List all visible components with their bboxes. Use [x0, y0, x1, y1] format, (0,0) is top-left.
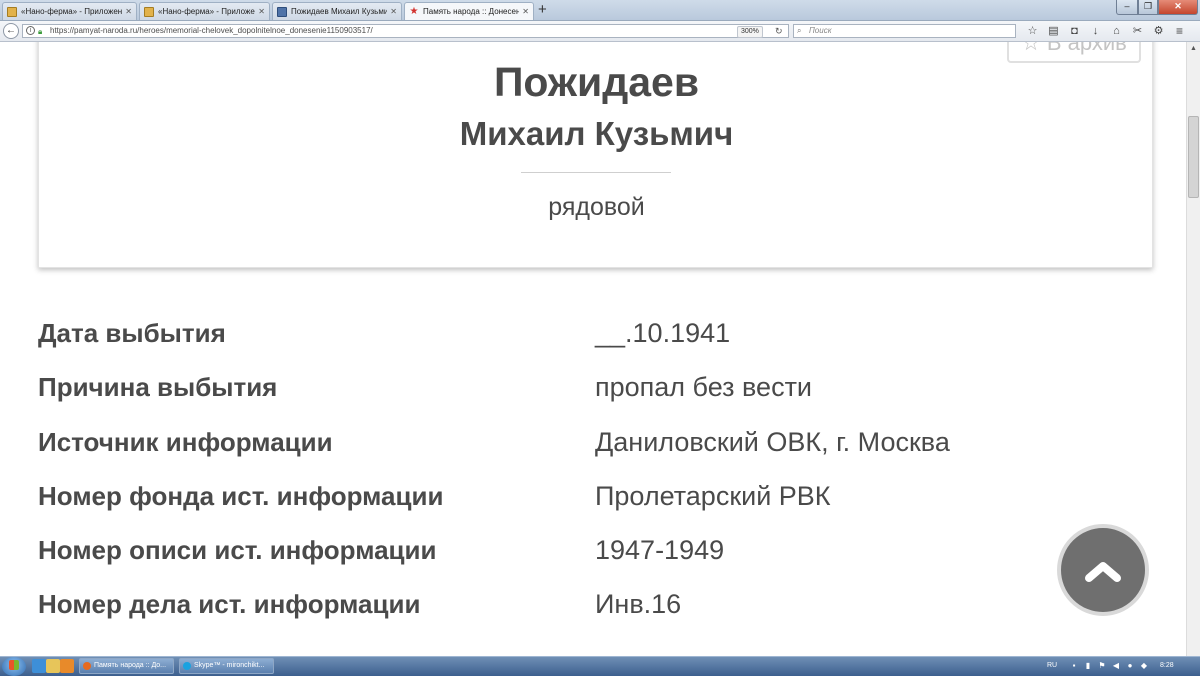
media-player-icon[interactable] — [60, 659, 74, 673]
details-label: Дата выбытия — [38, 318, 226, 348]
search-input[interactable]: ⌕ Поиск — [793, 24, 1016, 38]
update-icon[interactable]: ● — [1124, 661, 1136, 670]
details-row: Источник информации Даниловский ОВК, г. … — [38, 427, 1038, 481]
close-icon[interactable]: ✕ — [522, 7, 529, 16]
taskbar-item-skype[interactable]: Skype™ - mironchikt... — [179, 658, 274, 674]
details-value: пропал без вести — [595, 372, 813, 403]
network-icon[interactable]: ▪ — [1068, 661, 1080, 670]
window-close-icon[interactable]: ✕ — [1158, 0, 1198, 15]
tab-title: Память народа :: Донесение — [423, 7, 520, 16]
details-value: Пролетарский РВК — [595, 480, 831, 511]
tab-strip: «Нано-ферма» - Приложение ✕ «Нано-ферма»… — [0, 0, 1200, 21]
navigation-bar: ← i 🔒︎ https://pamyat-naroda.ru/heroes/m… — [0, 21, 1200, 42]
details-value: __.10.1941 — [595, 318, 731, 348]
browser-tab[interactable]: «Нано-ферма» - Приложение ✕ — [2, 2, 137, 20]
windows-taskbar: Память народа :: До... Skype™ - mironchi… — [0, 656, 1200, 676]
details-value: Инв.16 — [595, 589, 682, 620]
chevron-up-icon — [1085, 562, 1121, 582]
screenshot-icon[interactable]: ✂ — [1127, 24, 1148, 38]
person-surname: Пожидаев — [493, 59, 700, 105]
window-controls: – ❐ ✕ — [1116, 0, 1198, 15]
tab-title: «Нано-ферма» - Приложение — [158, 7, 255, 16]
site-favicon-icon — [144, 6, 154, 17]
details-label: Причина выбытия — [38, 372, 278, 403]
details-list: Дата выбытия __.10.1941 Причина выбытия … — [38, 318, 1038, 644]
divider — [521, 172, 671, 173]
windows-logo-icon — [9, 660, 19, 670]
address-bar[interactable]: i 🔒︎ https://pamyat-naroda.ru/heroes/mem… — [22, 24, 789, 38]
person-rank: рядовой — [548, 193, 645, 221]
skype-icon — [183, 662, 191, 670]
tab-title: «Нано-ферма» - Приложение — [21, 7, 123, 16]
toolbar-icons: ☆ ▤ ◘ ↓ ⌂ ✂ ⚙ ≡ — [1022, 24, 1190, 38]
clock[interactable]: 8:28 — [1160, 657, 1174, 674]
archive-button-label: В архив — [1046, 42, 1127, 55]
details-value: Даниловский ОВК, г. Москва — [595, 426, 950, 457]
menu-icon[interactable]: ≡ — [1169, 24, 1190, 38]
extension-icon[interactable]: ⚙ — [1148, 24, 1169, 38]
maximize-icon[interactable]: ❐ — [1138, 0, 1158, 15]
details-value: 1947-1949 — [595, 535, 725, 566]
back-arrow-icon[interactable]: ← — [3, 23, 19, 39]
red-star-icon: ★ — [409, 5, 419, 17]
taskbar-item-label: Память народа :: До... — [94, 662, 167, 669]
internet-explorer-icon[interactable] — [32, 659, 46, 673]
browser-tab[interactable]: Пожидаев Михаил Кузьмич ✕ — [272, 2, 402, 20]
scroll-to-top-button[interactable] — [1057, 524, 1149, 616]
details-label: Номер описи ист. информации — [38, 535, 437, 566]
details-row: Причина выбытия пропал без вести — [38, 372, 1038, 426]
pocket-icon[interactable]: ◘ — [1064, 24, 1085, 38]
notification-icon[interactable]: ◆ — [1138, 661, 1150, 670]
details-label: Номер дела ист. информации — [38, 589, 421, 620]
firefox-icon — [83, 662, 91, 670]
zoom-level[interactable]: 300% — [737, 26, 763, 38]
scrollbar-thumb[interactable] — [1188, 116, 1199, 198]
page-content: ☆ В архив Пожидаев Михаил Кузьмич рядовой… — [0, 42, 1186, 656]
lock-icon[interactable]: 🔒︎ — [38, 26, 42, 38]
star-icon: ☆ — [1021, 42, 1041, 55]
volume-icon[interactable]: ◀ — [1110, 661, 1122, 670]
close-icon[interactable]: ✕ — [390, 7, 397, 16]
bookmark-star-icon[interactable]: ☆ — [1022, 24, 1043, 38]
search-placeholder: Поиск — [809, 26, 832, 35]
site-favicon-icon — [277, 6, 287, 17]
taskbar-item-label: Skype™ - mironchikt... — [194, 662, 265, 669]
url-text[interactable]: https://pamyat-naroda.ru/heroes/memorial… — [50, 25, 373, 37]
person-card: ☆ В архив Пожидаев Михаил Кузьмич рядовой — [38, 42, 1153, 268]
language-indicator[interactable]: RU — [1047, 657, 1057, 674]
details-label: Источник информации — [38, 426, 333, 457]
scroll-up-arrow-icon[interactable]: ▲ — [1187, 42, 1200, 56]
info-icon[interactable]: i — [26, 26, 35, 35]
browser-tab[interactable]: «Нано-ферма» - Приложение ✕ — [139, 2, 270, 20]
vertical-scrollbar[interactable]: ▲ — [1186, 42, 1200, 656]
details-row: Дата выбытия __.10.1941 — [38, 318, 1038, 372]
download-icon[interactable]: ↓ — [1085, 24, 1106, 38]
taskbar-item-firefox[interactable]: Память народа :: До... — [79, 658, 174, 674]
minimize-icon[interactable]: – — [1116, 0, 1138, 15]
close-icon[interactable]: ✕ — [258, 7, 265, 16]
system-tray: ▪ ▮ ⚑ ◀ ● ◆ — [1068, 661, 1152, 670]
folder-icon[interactable] — [46, 659, 60, 673]
details-row: Номер фонда ист. информации Пролетарский… — [38, 481, 1038, 535]
person-given-name: Михаил Кузьмич — [459, 115, 734, 152]
browser-tab-active[interactable]: ★ Память народа :: Донесение ✕ — [404, 2, 534, 20]
search-icon: ⌕ — [797, 26, 802, 35]
reload-icon[interactable]: ↻ — [775, 25, 783, 37]
details-row: Номер описи ист. информации 1947-1949 — [38, 535, 1038, 589]
signal-icon[interactable]: ▮ — [1082, 661, 1094, 670]
site-favicon-icon — [7, 6, 17, 17]
details-label: Номер фонда ист. информации — [38, 480, 444, 511]
bookmarks-list-icon[interactable]: ▤ — [1043, 24, 1064, 38]
close-icon[interactable]: ✕ — [125, 7, 132, 16]
tab-title: Пожидаев Михаил Кузьмич — [291, 7, 388, 16]
home-icon[interactable]: ⌂ — [1106, 24, 1127, 38]
new-tab-plus-icon[interactable]: + — [538, 1, 547, 19]
start-button[interactable] — [2, 657, 26, 676]
details-row: Номер дела ист. информации Инв.16 — [38, 589, 1038, 643]
flag-icon[interactable]: ⚑ — [1096, 661, 1108, 670]
